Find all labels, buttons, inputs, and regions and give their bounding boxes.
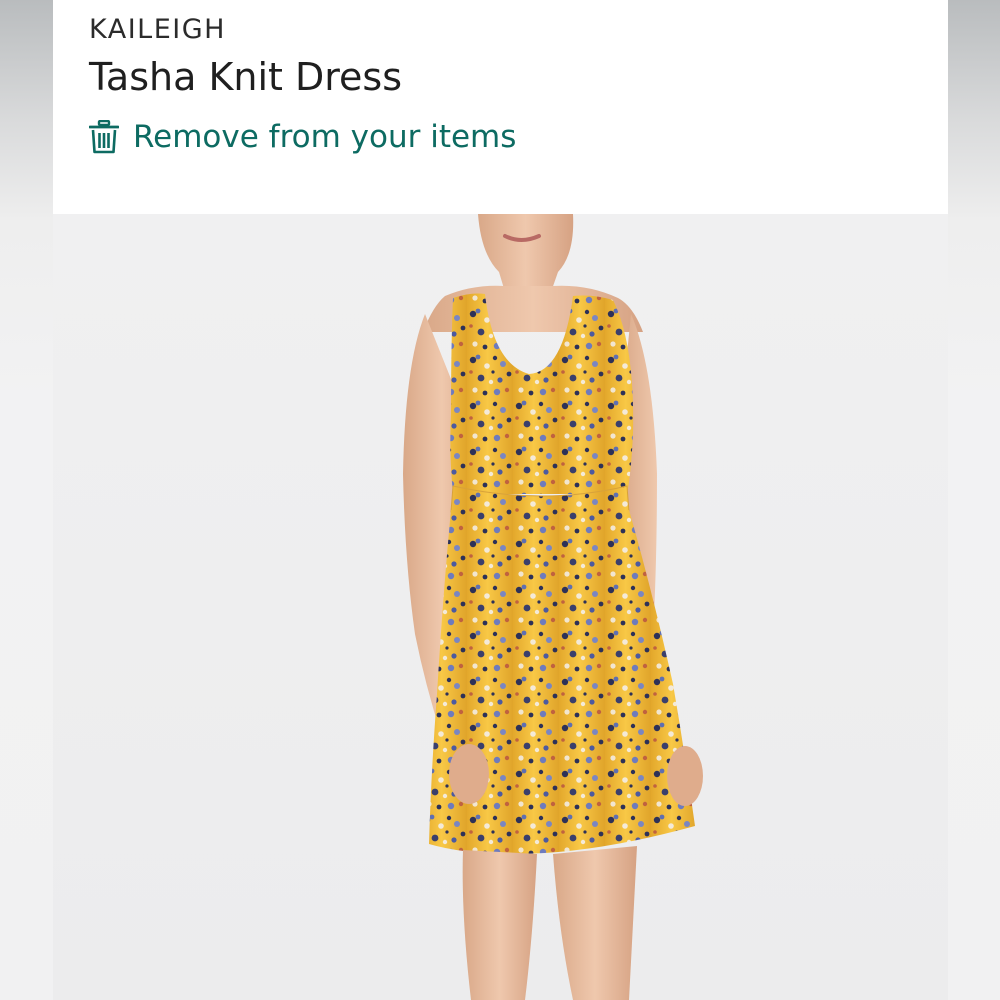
backdrop-right (947, 0, 1000, 1000)
product-image (53, 214, 948, 1000)
remove-item-label: Remove from your items (133, 119, 517, 155)
product-photo (53, 214, 948, 1000)
trash-icon (89, 120, 119, 154)
remove-item-link[interactable]: Remove from your items (89, 116, 516, 158)
item-header: KAILEIGH Tasha Knit Dress Remove from yo… (53, 0, 948, 214)
backdrop-left (0, 0, 53, 1000)
item-card: KAILEIGH Tasha Knit Dress Remove from yo… (53, 0, 948, 1000)
product-title: Tasha Knit Dress (89, 55, 403, 99)
brand-name: KAILEIGH (89, 14, 226, 45)
